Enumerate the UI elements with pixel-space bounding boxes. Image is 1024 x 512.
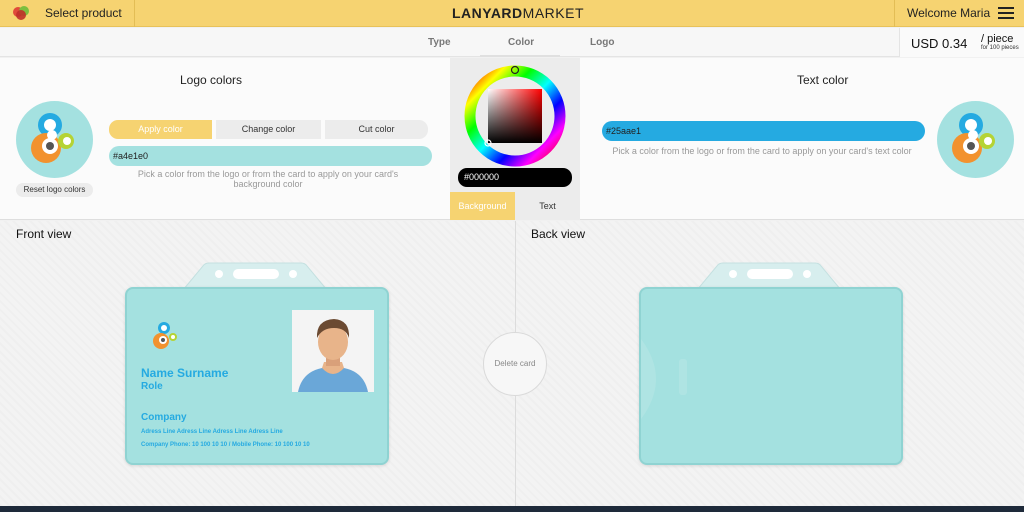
select-product-link[interactable]: Select product bbox=[45, 6, 122, 20]
card-name: Name Surname bbox=[141, 366, 229, 380]
card-role: Role bbox=[141, 381, 163, 392]
company-logo-icon[interactable] bbox=[937, 101, 1014, 178]
text-color-field[interactable]: #25aae1 bbox=[602, 121, 925, 141]
change-color-button[interactable]: Change color bbox=[216, 120, 321, 139]
card-address: Adress Line Adress Line Adress Line Adre… bbox=[141, 429, 283, 435]
back-card[interactable] bbox=[639, 287, 903, 465]
back-view-title: Back view bbox=[531, 227, 586, 241]
background-color-hint: Pick a color from the logo or from the c… bbox=[137, 169, 399, 189]
tab-picker-text[interactable]: Text bbox=[515, 192, 580, 220]
front-view-title: Front view bbox=[16, 227, 72, 241]
front-card[interactable]: Name Surname Role Company Adress Line Ad… bbox=[125, 287, 389, 465]
person-avatar-icon bbox=[292, 310, 374, 392]
profile-photo[interactable] bbox=[292, 310, 374, 392]
header-divider bbox=[134, 0, 135, 27]
card-company: Company bbox=[141, 412, 187, 423]
text-color-title: Text color bbox=[797, 73, 849, 87]
company-logo-icon[interactable] bbox=[16, 101, 93, 178]
reset-logo-colors-button[interactable]: Reset logo colors bbox=[16, 183, 93, 197]
price-unit: / piece bbox=[981, 33, 1014, 45]
price-amount: USD 0.34 bbox=[911, 36, 968, 51]
header-divider bbox=[894, 0, 895, 27]
card-back-watermark bbox=[641, 339, 687, 419]
color-wheel[interactable] bbox=[462, 63, 568, 169]
hamburger-menu-icon[interactable] bbox=[998, 7, 1014, 20]
color-config-panel: Logo colors Reset logo colors Apply colo… bbox=[0, 58, 1024, 220]
logo-colors-title: Logo colors bbox=[180, 73, 243, 87]
color-picker: #000000 Background Text bbox=[450, 58, 580, 220]
text-color-hint: Pick a color from the logo or from the c… bbox=[612, 146, 912, 156]
price-box: USD 0.34 / piece for 100 pieces bbox=[899, 28, 1024, 57]
brand-light: MARKET bbox=[522, 5, 584, 21]
tab-logo[interactable]: Logo bbox=[590, 37, 614, 48]
brand-bold: LANYARD bbox=[452, 5, 523, 21]
background-color-field[interactable]: #a4e1e0 bbox=[109, 146, 432, 166]
top-header: Select product LANYARDMARKET Welcome Mar… bbox=[0, 0, 1024, 27]
delete-card-button[interactable]: Delete card bbox=[483, 332, 547, 396]
step-tabs: Type Color Logo bbox=[0, 28, 1024, 57]
apply-color-button[interactable]: Apply color bbox=[109, 120, 212, 139]
price-unit-sub: for 100 pieces bbox=[981, 45, 1019, 51]
card-logo-icon[interactable] bbox=[147, 319, 183, 355]
badge-clip-front bbox=[182, 262, 328, 290]
app-logo-icon[interactable] bbox=[12, 5, 32, 21]
logo-preview-left[interactable] bbox=[16, 101, 93, 178]
cut-color-button[interactable]: Cut color bbox=[325, 120, 428, 139]
active-tab-indicator bbox=[480, 55, 560, 57]
logo-preview-right[interactable] bbox=[937, 101, 1014, 178]
footer-bar bbox=[0, 506, 1024, 512]
hex-value-field[interactable]: #000000 bbox=[458, 168, 572, 187]
card-phone: Company Phone: 10 100 10 10 / Mobile Pho… bbox=[141, 442, 310, 448]
brand-title: LANYARDMARKET bbox=[452, 5, 584, 21]
welcome-user[interactable]: Welcome Maria bbox=[907, 6, 990, 20]
badge-clip-back bbox=[696, 262, 842, 290]
tab-color[interactable]: Color bbox=[508, 37, 534, 48]
card-preview-area: Front view Back view Name Surname Role C… bbox=[0, 221, 1024, 506]
tab-type[interactable]: Type bbox=[428, 37, 451, 48]
tab-picker-background[interactable]: Background bbox=[450, 192, 515, 220]
